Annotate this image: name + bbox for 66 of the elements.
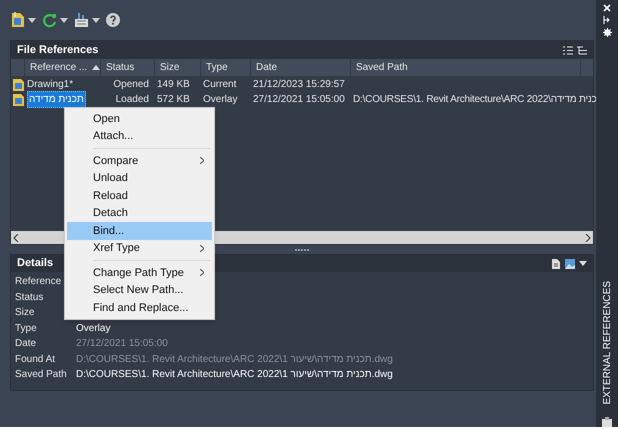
column-header[interactable]: Saved Path bbox=[351, 59, 581, 76]
side-tab-label[interactable]: EXTERNAL REFERENCES bbox=[600, 281, 614, 405]
panel-title: Details bbox=[17, 256, 54, 272]
help-icon[interactable] bbox=[106, 13, 120, 27]
dropdown-caret-icon[interactable] bbox=[92, 18, 100, 22]
detail-label: Found At bbox=[15, 352, 56, 367]
auto-hide-icon[interactable] bbox=[603, 16, 611, 24]
scroll-left-icon[interactable] bbox=[13, 234, 19, 242]
table-cell[interactable]: תכנית מדידה bbox=[27, 91, 86, 108]
sort-ascending-icon bbox=[92, 65, 100, 70]
detail-label: Reference bbox=[15, 275, 62, 290]
menu-item[interactable]: Open bbox=[67, 110, 212, 128]
toolbar-button[interactable] bbox=[74, 12, 100, 28]
detail-value: Overlay bbox=[76, 322, 110, 336]
table-cell-text: 572 KB bbox=[157, 93, 190, 107]
table-cell-text: Opened bbox=[113, 78, 149, 92]
table-cell-text: 27/12/2021 15:05:00 bbox=[253, 93, 345, 107]
attach-icon[interactable] bbox=[11, 12, 25, 28]
clipboard-icon bbox=[601, 417, 613, 427]
menu-item[interactable]: Change Path Type bbox=[67, 264, 212, 282]
menu-item[interactable]: Reload bbox=[67, 187, 212, 204]
column-header[interactable]: Type bbox=[201, 59, 251, 76]
menu-item[interactable]: Compare bbox=[67, 152, 212, 170]
detail-value: D:\COURSES\1. Revit Architecture\ARC 2022\תכנית מדידה\שיעור 1.dwg bbox=[76, 368, 393, 382]
image-icon[interactable] bbox=[565, 258, 575, 268]
table-cell-text: Overlay bbox=[203, 93, 238, 107]
menu-item[interactable]: Bind... bbox=[67, 222, 212, 240]
toolbar-button[interactable] bbox=[42, 12, 68, 28]
detail-value: 27/12/2021 15:05:00 bbox=[76, 337, 168, 352]
document-icon[interactable] bbox=[551, 258, 561, 268]
column-header[interactable]: Reference ... bbox=[25, 59, 101, 76]
column-header[interactable]: Status bbox=[101, 59, 155, 76]
drawing-file-icon bbox=[11, 94, 25, 106]
detail-label: Type bbox=[15, 322, 38, 336]
settings-icon[interactable] bbox=[602, 28, 612, 37]
dropdown-caret-icon[interactable] bbox=[579, 261, 587, 266]
close-icon[interactable] bbox=[603, 4, 611, 12]
detail-value: D:\COURSES\1. Revit Architecture\ARC 2022\תכנית מדידה\שיעור 1.dwg bbox=[76, 352, 393, 367]
menu-item[interactable]: Unload bbox=[67, 170, 212, 187]
refresh-icon[interactable] bbox=[42, 12, 57, 28]
list-view-icon[interactable] bbox=[563, 46, 573, 54]
dropdown-caret-icon[interactable] bbox=[60, 18, 68, 22]
table-cell-text: Current bbox=[203, 78, 236, 92]
menu-item[interactable]: Select New Path... bbox=[67, 282, 212, 299]
menu-item[interactable]: Xref Type bbox=[67, 240, 212, 257]
table-cell-text: Loaded bbox=[116, 93, 149, 107]
drawing-file-icon bbox=[11, 78, 25, 90]
table-cell-text: 21/12/2023 15:29:57 bbox=[253, 78, 345, 92]
bind-icon[interactable] bbox=[74, 12, 89, 28]
detail-label: Date bbox=[15, 337, 38, 352]
dropdown-caret-icon[interactable] bbox=[28, 18, 36, 22]
toolbar-button[interactable] bbox=[11, 12, 36, 28]
table-cell-text: 149 KB bbox=[157, 78, 190, 92]
detail-label: Saved Path bbox=[15, 368, 68, 382]
column-header[interactable]: Date bbox=[251, 59, 351, 76]
menu-item[interactable]: Attach... bbox=[67, 128, 212, 145]
table-cell-text: D:\COURSES\1. Revit Architecture\ARC 2022\כנית מדידה bbox=[353, 93, 597, 107]
detail-label: Size bbox=[15, 306, 36, 320]
menu-item[interactable]: Detach bbox=[67, 204, 212, 222]
tree-view-icon[interactable] bbox=[577, 46, 587, 54]
menu-item[interactable]: Find and Replace... bbox=[67, 299, 212, 316]
detail-label: Status bbox=[15, 290, 44, 305]
column-header[interactable]: Size bbox=[155, 59, 201, 76]
panel-title: File References bbox=[17, 42, 98, 58]
scroll-right-icon[interactable] bbox=[585, 234, 591, 242]
table-cell[interactable]: Drawing1* bbox=[27, 77, 74, 92]
